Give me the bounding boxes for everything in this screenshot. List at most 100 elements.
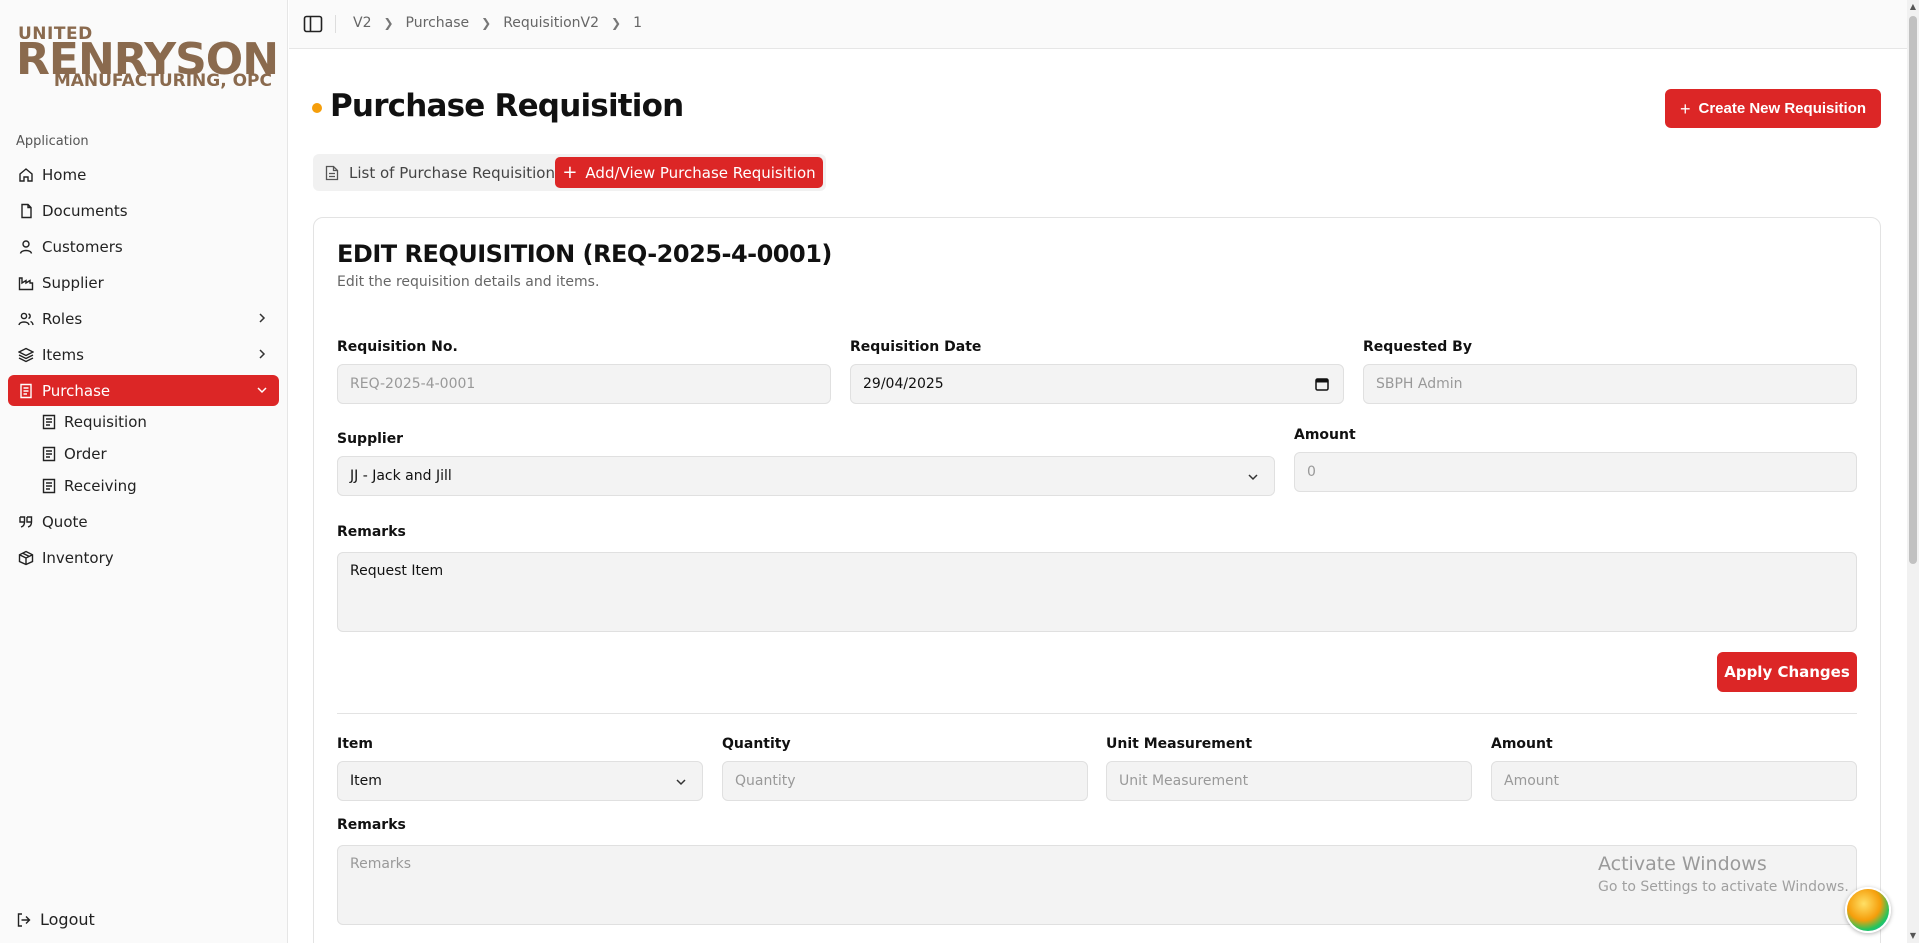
receipt-icon <box>42 414 56 430</box>
supplier-label: Supplier <box>337 431 404 447</box>
quantity-label: Quantity <box>722 736 791 752</box>
remarks-label: Remarks <box>337 524 406 540</box>
sidebar-item-customers[interactable]: Customers <box>8 231 279 262</box>
plus-icon: + <box>562 161 578 183</box>
quantity-input[interactable] <box>722 761 1088 801</box>
scroll-up-arrow-icon[interactable]: ▲ <box>1909 3 1917 11</box>
sidebar-item-label: Quote <box>42 512 88 531</box>
avatar[interactable] <box>1845 887 1891 933</box>
logo-line-3: MANUFACTURING, OPC <box>53 71 272 91</box>
tab-label: Add/View Purchase Requisition <box>585 163 816 182</box>
chevron-down-icon <box>1248 474 1258 481</box>
chevron-right-icon <box>259 349 266 359</box>
edit-requisition-card: EDIT REQUISITION (REQ-2025-4-0001) Edit … <box>313 217 1881 943</box>
top-bar: V2 ❯ Purchase ❯ RequisitionV2 ❯ 1 <box>289 0 1919 49</box>
user-icon <box>18 239 34 255</box>
sidebar-item-label: Supplier <box>42 273 104 292</box>
page-scrollbar[interactable]: ▲ ▼ <box>1907 0 1919 943</box>
sidebar-item-purchase[interactable]: Purchase <box>8 375 279 406</box>
calendar-icon[interactable] <box>1315 377 1329 391</box>
card-subtitle: Edit the requisition details and items. <box>337 274 600 290</box>
unit-measurement-label: Unit Measurement <box>1106 736 1253 752</box>
receipt-icon <box>42 478 56 494</box>
sidebar-item-documents[interactable]: Documents <box>8 195 279 226</box>
tab-bar: List of Purchase Requisition + Add/View … <box>313 154 826 191</box>
file-text-icon <box>325 165 339 180</box>
tab-list-requisition[interactable]: List of Purchase Requisition <box>325 157 555 188</box>
breadcrumb-current: 1 <box>633 15 643 31</box>
section-divider <box>337 713 1857 714</box>
sidebar-item-label: Home <box>42 165 87 184</box>
factory-icon <box>18 275 34 291</box>
receipt-icon <box>18 383 34 399</box>
sidebar-item-label: Items <box>42 345 84 364</box>
breadcrumb-chevron-icon: ❯ <box>611 16 622 30</box>
amount-label: Amount <box>1294 427 1356 443</box>
status-dot <box>312 103 322 113</box>
sidebar-item-items[interactable]: Items <box>8 339 279 370</box>
item-label: Item <box>337 736 373 752</box>
tab-add-view-requisition[interactable]: + Add/View Purchase Requisition <box>555 157 823 188</box>
breadcrumb-purchase[interactable]: Purchase <box>406 15 470 31</box>
sidebar-subitem-order[interactable]: Order <box>42 441 107 467</box>
requisition-no-field[interactable]: REQ-2025-4-0001 <box>337 364 831 404</box>
item-remarks-label: Remarks <box>337 817 406 833</box>
logout-button[interactable]: Logout <box>16 910 95 929</box>
page-title: Purchase Requisition <box>330 88 684 124</box>
sidebar-item-label: Roles <box>42 309 83 328</box>
sidebar-item-label: Documents <box>42 201 128 220</box>
sidebar-item-quote[interactable]: Quote <box>8 506 279 537</box>
create-button-label: Create New Requisition <box>1698 100 1867 117</box>
file-icon <box>18 203 34 219</box>
quote-icon <box>18 514 34 530</box>
sidebar-toggle-icon[interactable] <box>303 14 323 34</box>
watermark-subtitle: Go to Settings to activate Windows. <box>1598 879 1849 895</box>
chevron-right-icon <box>259 313 266 323</box>
breadcrumb: V2 ❯ Purchase ❯ RequisitionV2 ❯ 1 <box>353 15 642 31</box>
scroll-thumb[interactable] <box>1909 16 1917 564</box>
apply-changes-button[interactable]: Apply Changes <box>1717 652 1857 692</box>
activate-windows-watermark: Activate Windows Go to Settings to activ… <box>1598 853 1849 895</box>
sidebar-item-roles[interactable]: Roles <box>8 303 279 334</box>
sidebar-subitem-label: Requisition <box>64 413 147 431</box>
sidebar-item-supplier[interactable]: Supplier <box>8 267 279 298</box>
tab-label: List of Purchase Requisition <box>349 163 555 182</box>
amount-field[interactable]: 0 <box>1294 452 1857 492</box>
sidebar-item-inventory[interactable]: Inventory <box>8 542 279 573</box>
remarks-textarea[interactable]: Request Item <box>337 552 1857 632</box>
breadcrumb-requisitionv2[interactable]: RequisitionV2 <box>503 15 599 31</box>
requisition-date-field[interactable]: 29/04/2025 <box>850 364 1344 404</box>
plus-icon: + <box>1679 98 1691 119</box>
item-amount-input[interactable] <box>1491 761 1857 801</box>
breadcrumb-chevron-icon: ❯ <box>383 16 394 30</box>
item-amount-label: Amount <box>1491 736 1553 752</box>
layers-icon <box>18 347 34 363</box>
logout-label: Logout <box>40 910 95 929</box>
requested-by-field[interactable]: SBPH Admin <box>1363 364 1857 404</box>
breadcrumb-chevron-icon: ❯ <box>481 16 492 30</box>
sidebar-subitem-label: Receiving <box>64 477 137 495</box>
unit-measurement-input[interactable] <box>1106 761 1472 801</box>
chevron-down-icon <box>676 779 686 786</box>
scroll-down-arrow-icon[interactable]: ▼ <box>1909 932 1917 940</box>
sidebar-subitem-receiving[interactable]: Receiving <box>42 473 137 499</box>
sidebar-item-label: Inventory <box>42 548 114 567</box>
box-icon <box>18 550 34 566</box>
users-icon <box>18 311 34 327</box>
receipt-icon <box>42 446 56 462</box>
requisition-no-label: Requisition No. <box>337 339 458 355</box>
watermark-title: Activate Windows <box>1598 853 1767 875</box>
item-selected-value: Item <box>350 773 382 789</box>
breadcrumb-v2[interactable]: V2 <box>353 15 371 31</box>
company-logo[interactable]: UNITED RENRYSON MANUFACTURING, OPC <box>16 26 279 91</box>
topbar-divider <box>335 15 336 33</box>
supplier-selected-value: JJ - Jack and Jill <box>350 468 452 484</box>
item-select[interactable]: Item <box>337 761 703 801</box>
requisition-date-label: Requisition Date <box>850 339 982 355</box>
sidebar-subitem-requisition[interactable]: Requisition <box>42 409 147 435</box>
create-new-requisition-button[interactable]: + Create New Requisition <box>1665 89 1881 128</box>
home-icon <box>18 167 34 183</box>
sidebar-item-home[interactable]: Home <box>8 159 279 190</box>
requested-by-label: Requested By <box>1363 339 1472 355</box>
supplier-select[interactable]: JJ - Jack and Jill <box>337 456 1275 496</box>
